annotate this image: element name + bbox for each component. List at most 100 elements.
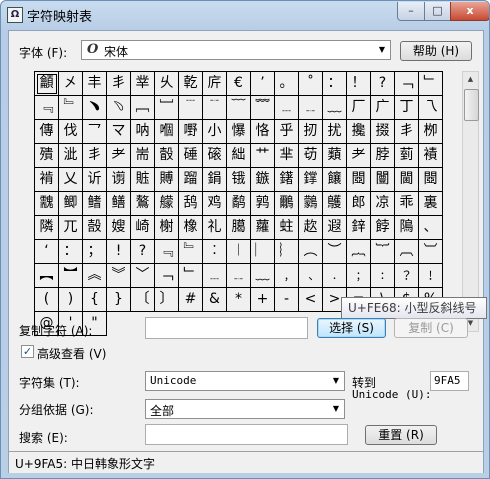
char-cell[interactable]: 閸: [347, 168, 371, 192]
charset-select[interactable]: Unicode ▼: [145, 371, 345, 391]
char-cell[interactable]: 蘱: [323, 144, 347, 168]
char-cell[interactable]: }: [107, 288, 131, 312]
char-cell[interactable]: ’: [251, 72, 275, 96]
char-cell[interactable]: *: [227, 288, 251, 312]
char-cell[interactable]: ﹃: [155, 240, 179, 264]
char-cell[interactable]: ﹊: [203, 96, 227, 120]
char-cell[interactable]: 掇: [371, 120, 395, 144]
char-cell[interactable]: ﹄: [59, 96, 83, 120]
char-cell[interactable]: ﹉: [179, 96, 203, 120]
char-cell[interactable]: 嗰: [155, 120, 179, 144]
close-button[interactable]: x: [450, 2, 489, 21]
char-cell[interactable]: ﹏: [251, 264, 275, 288]
char-cell[interactable]: 饟: [323, 168, 347, 192]
char-cell[interactable]: 恪: [251, 120, 275, 144]
char-cell[interactable]: ˚: [299, 72, 323, 96]
char-cell[interactable]: 亁: [179, 72, 203, 96]
char-cell[interactable]: 丯: [107, 72, 131, 96]
char-cell[interactable]: 鐣: [299, 168, 323, 192]
char-cell[interactable]: 艨: [155, 192, 179, 216]
char-cell[interactable]: 鸏: [299, 192, 323, 216]
copy-chars-input[interactable]: [145, 317, 308, 339]
char-cell[interactable]: 龥: [35, 72, 59, 96]
char-cell[interactable]: 丯: [83, 144, 107, 168]
char-cell[interactable]: 鳝: [107, 192, 131, 216]
char-cell[interactable]: 磙: [203, 144, 227, 168]
char-cell[interactable]: 〕: [155, 288, 179, 312]
char-cell[interactable]: 丰: [83, 72, 107, 96]
char-cell[interactable]: 蘿: [251, 216, 275, 240]
title-bar[interactable]: Ω 字符映射表 – □ x: [1, 1, 489, 29]
char-cell[interactable]: ；: [83, 240, 107, 264]
char-cell[interactable]: 鐯: [275, 168, 299, 192]
char-cell[interactable]: 芈: [275, 144, 299, 168]
groupby-select[interactable]: 全部 ▼: [145, 399, 345, 419]
char-cell[interactable]: ︹: [395, 240, 419, 264]
search-input[interactable]: [145, 424, 348, 445]
char-cell[interactable]: 鸹: [179, 192, 203, 216]
char-cell[interactable]: 脖: [371, 144, 395, 168]
char-cell[interactable]: 賻: [155, 168, 179, 192]
char-cell[interactable]: 鷔: [131, 192, 155, 216]
char-cell[interactable]: 絀: [227, 144, 251, 168]
char-cell[interactable]: 伐: [59, 120, 83, 144]
char-cell[interactable]: 凉: [371, 192, 395, 216]
char-cell[interactable]: 蹓: [179, 168, 203, 192]
copy-button[interactable]: 复制 (C): [394, 318, 468, 338]
char-cell[interactable]: &: [203, 288, 227, 312]
char-cell[interactable]: ︸: [371, 240, 395, 264]
char-cell[interactable]: 庍: [203, 72, 227, 96]
char-cell[interactable]: 䰰: [35, 192, 59, 216]
char-cell[interactable]: 隝: [395, 216, 419, 240]
char-cell[interactable]: ﹂: [179, 264, 203, 288]
char-cell[interactable]: 菿: [395, 144, 419, 168]
char-cell[interactable]: 栁: [419, 120, 443, 144]
char-cell[interactable]: 乛: [83, 120, 107, 144]
char-cell[interactable]: 鋅: [347, 216, 371, 240]
char-cell[interactable]: 〔: [131, 288, 155, 312]
char-cell[interactable]: 闦: [371, 168, 395, 192]
char-cell[interactable]: 乁: [419, 96, 443, 120]
char-cell[interactable]: 鏃: [251, 168, 275, 192]
char-cell[interactable]: ︶: [323, 240, 347, 264]
char-cell[interactable]: ︴: [275, 240, 299, 264]
char-cell[interactable]: 殨: [35, 144, 59, 168]
char-cell[interactable]: 呐: [131, 120, 155, 144]
advanced-view-label[interactable]: 高级查看 (V): [37, 345, 106, 362]
char-cell[interactable]: #: [179, 288, 203, 312]
char-cell[interactable]: ﹑: [299, 264, 323, 288]
char-cell[interactable]: 艹: [251, 144, 275, 168]
char-cell[interactable]: 懪: [227, 120, 251, 144]
char-cell[interactable]: ﹒: [323, 264, 347, 288]
char-cell[interactable]: ): [59, 288, 83, 312]
char-cell[interactable]: ︱: [227, 240, 251, 264]
char-cell[interactable]: 鳍: [83, 192, 107, 216]
char-cell[interactable]: 耂: [107, 144, 131, 168]
char-cell[interactable]: ﹎: [227, 264, 251, 288]
char-cell[interactable]: 遐: [323, 216, 347, 240]
char-cell[interactable]: ﹗: [419, 264, 443, 288]
char-cell[interactable]: 乖: [395, 192, 419, 216]
char-cell[interactable]: -: [275, 288, 299, 312]
goto-unicode-input[interactable]: 9FA5: [430, 371, 469, 391]
char-cell[interactable]: 扰: [323, 120, 347, 144]
char-cell[interactable]: ︷: [347, 240, 371, 264]
char-cell[interactable]: ?: [371, 72, 395, 96]
char-cell[interactable]: ﹎: [299, 96, 323, 120]
char-cell[interactable]: ?: [131, 240, 155, 264]
char-cell[interactable]: ﹄: [179, 240, 203, 264]
char-cell[interactable]: 鋗: [203, 168, 227, 192]
char-cell[interactable]: 攙: [347, 120, 371, 144]
char-cell[interactable]: 褃: [35, 168, 59, 192]
char-cell[interactable]: (: [35, 288, 59, 312]
char-cell[interactable]: ﹁: [155, 264, 179, 288]
char-cell[interactable]: ：: [59, 240, 83, 264]
char-cell[interactable]: ﹁: [395, 72, 419, 96]
char-cell[interactable]: ﹃: [35, 96, 59, 120]
maximize-button[interactable]: □: [424, 2, 451, 21]
char-cell[interactable]: ﹌: [251, 96, 275, 120]
char-cell[interactable]: 崎: [131, 216, 155, 240]
char-cell[interactable]: ︼: [59, 264, 83, 288]
scroll-up-icon[interactable]: ▲: [463, 72, 478, 87]
char-cell[interactable]: ﹅: [83, 96, 107, 120]
